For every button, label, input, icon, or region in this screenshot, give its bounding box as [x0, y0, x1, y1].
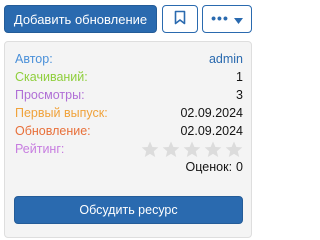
bookmark-button[interactable] [162, 5, 198, 33]
views-label: Просмотры: [15, 88, 85, 102]
discuss-resource-button[interactable]: Обсудить ресурс [14, 196, 243, 224]
votes-value: 0 [236, 160, 243, 174]
rating-label: Рейтинг: [15, 142, 65, 156]
votes-label: Оценок: [185, 160, 233, 174]
rating-stars[interactable] [141, 141, 243, 158]
views-value: 3 [236, 88, 243, 102]
views-row: Просмотры: 3 [15, 86, 243, 104]
downloads-label: Скачиваний: [15, 70, 88, 84]
resource-info-panel: Автор: admin Скачиваний: 1 Просмотры: 3 … [4, 41, 252, 238]
ellipsis-icon: ••• [211, 10, 229, 26]
star-icon[interactable] [204, 141, 222, 158]
first-release-row: Первый выпуск: 02.09.2024 [15, 104, 243, 122]
first-release-value: 02.09.2024 [180, 106, 243, 120]
more-actions-button[interactable]: ••• [202, 5, 252, 33]
votes-count: Оценок: 0 [186, 160, 243, 174]
bookmark-icon [174, 10, 186, 28]
star-icon[interactable] [183, 141, 201, 158]
author-row: Автор: admin [15, 50, 243, 68]
first-release-label: Первый выпуск: [15, 106, 108, 120]
star-icon[interactable] [141, 141, 159, 158]
last-update-row: Обновление: 02.09.2024 [15, 122, 243, 140]
author-label: Автор: [15, 52, 53, 66]
add-update-button[interactable]: Добавить обновление [4, 5, 157, 33]
caret-down-icon [233, 11, 243, 27]
star-icon[interactable] [225, 141, 243, 158]
last-update-label: Обновление: [15, 124, 91, 138]
author-link[interactable]: admin [209, 52, 243, 66]
star-icon[interactable] [162, 141, 180, 158]
last-update-value: 02.09.2024 [180, 124, 243, 138]
downloads-value: 1 [236, 70, 243, 84]
downloads-row: Скачиваний: 1 [15, 68, 243, 86]
rating-row: Рейтинг: [15, 140, 243, 158]
